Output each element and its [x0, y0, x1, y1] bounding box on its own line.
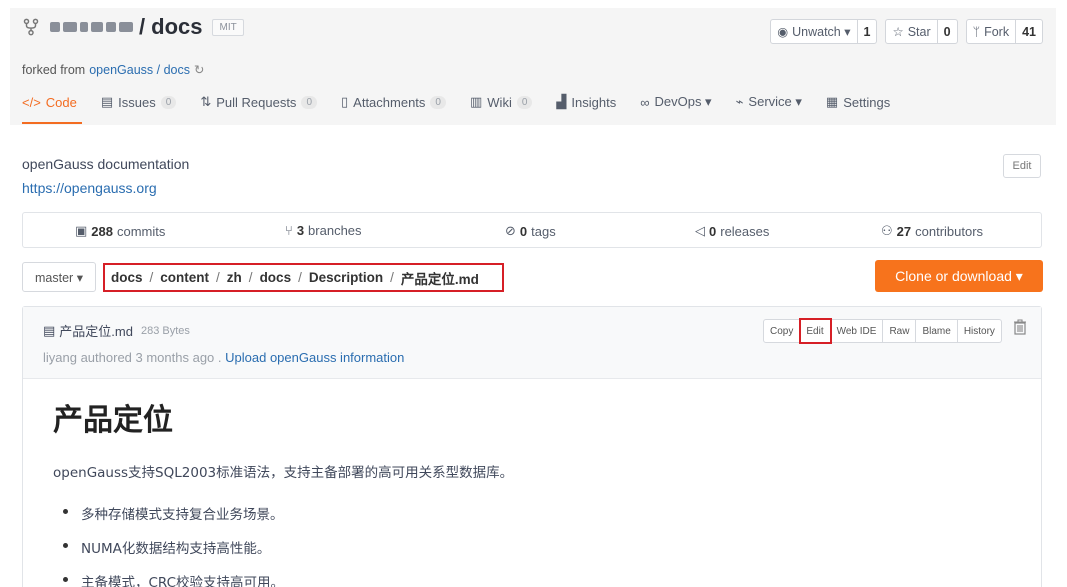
edit-file-button[interactable]: Edit: [799, 318, 832, 344]
content-heading: 产品定位: [53, 403, 173, 438]
content-paragraph: openGauss支持SQL2003标准语法，支持主备部署的高可用关系型数据库。: [53, 465, 514, 481]
content-bullet-list: 多种存储模式支持复合业务场景。 NUMA化数据结构支持高性能。 主备模式，CRC…: [53, 503, 513, 587]
eye-icon: ◉: [777, 25, 789, 39]
file-size: 283 Bytes: [140, 324, 190, 337]
contributors-stat[interactable]: ⚇ 27 contributors: [881, 223, 983, 239]
pulse-icon: ⌁: [735, 94, 744, 109]
contributors-icon: ⚇: [881, 223, 893, 238]
tab-insights[interactable]: ▟ Insights: [556, 94, 616, 110]
list-item: 主备模式，CRC校验支持高可用。: [53, 571, 513, 587]
branch-icon: ⑂: [285, 223, 293, 238]
tab-attachments[interactable]: ▯ Attachments 0: [341, 94, 446, 110]
markdown-content: 产品定位 openGauss支持SQL2003标准语法，支持主备部署的高可用关系…: [53, 395, 513, 587]
star-button[interactable]: ☆ Star 0: [885, 19, 958, 44]
repo-stats-bar: ▣ 288 commits ⑂ 3 branches ⊘ 0 tags ◁ 0 releases…: [22, 212, 1042, 248]
repo-name[interactable]: docs: [151, 14, 202, 40]
copy-button[interactable]: Copy: [763, 319, 801, 343]
infinity-icon: ∞: [640, 94, 650, 110]
repo-nav-tabs: </> Code ▤ Issues 0 ⇅ Pull Requests 0 ▯ Attach…: [22, 94, 914, 110]
tab-devops[interactable]: ∞ DevOps ▾: [640, 94, 711, 110]
commit-message-link[interactable]: Upload openGauss information: [225, 350, 404, 365]
tab-settings[interactable]: ▦ Settings: [826, 94, 890, 110]
repo-actions: ◉ Unwatch ▾ 1 ☆ Star 0 ᛘ Fork 41: [770, 19, 1043, 44]
settings-icon: ▦: [825, 94, 839, 109]
code-icon: </>: [22, 94, 41, 110]
active-tab-indicator: [22, 122, 82, 124]
tab-issues[interactable]: ▤ Issues 0: [100, 94, 177, 110]
tab-pull-requests[interactable]: ⇅ Pull Requests 0: [200, 94, 317, 110]
breadcrumb-item[interactable]: zh: [227, 270, 242, 285]
unwatch-button[interactable]: ◉ Unwatch ▾ 1: [770, 19, 878, 44]
breadcrumb-item[interactable]: docs: [260, 270, 292, 285]
file-toolbar: Copy Edit Web IDE Raw Blame History: [763, 318, 1002, 344]
file-title: ▤ 产品定位.md 283 Bytes: [43, 321, 190, 340]
raw-button[interactable]: Raw: [883, 319, 917, 343]
tags-stat[interactable]: ⊘ 0 tags: [505, 223, 556, 239]
pr-count: 0: [301, 95, 317, 109]
repo-separator: /: [139, 14, 146, 39]
breadcrumb: docs / content / zh / docs / Description / 产品…: [103, 263, 504, 292]
breadcrumb-item[interactable]: Description: [309, 270, 383, 285]
forked-from-link[interactable]: openGauss / docs: [89, 63, 190, 77]
file-panel: ▤ 产品定位.md 283 Bytes liyang authored 3 mo…: [22, 306, 1042, 587]
repo-owner-redacted[interactable]: [50, 22, 133, 32]
edit-description-button[interactable]: Edit: [1003, 154, 1041, 178]
tab-service[interactable]: ⌁ Service ▾: [736, 94, 802, 110]
trash-icon[interactable]: [1013, 319, 1027, 335]
releases-stat[interactable]: ◁ 0 releases: [695, 223, 769, 239]
file-name: 产品定位.md: [59, 324, 133, 339]
issues-count: 0: [160, 95, 177, 109]
commit-icon: ▣: [75, 223, 88, 238]
attachments-count: 0: [430, 95, 446, 109]
list-item: 多种存储模式支持复合业务场景。: [53, 503, 513, 523]
sync-icon[interactable]: ↻: [194, 62, 204, 77]
forked-from: forked from openGauss / docs ↻: [22, 62, 205, 78]
fork-count[interactable]: 41: [1016, 20, 1042, 43]
breadcrumb-current-file: 产品定位.md: [400, 271, 479, 287]
fork-button[interactable]: ᛘ Fork 41: [965, 19, 1043, 44]
commits-stat[interactable]: ▣ 288 commits: [75, 223, 165, 239]
repo-description: openGauss documentation: [22, 156, 190, 172]
pull-request-icon: ⇅: [200, 94, 212, 109]
breadcrumb-item[interactable]: content: [160, 270, 209, 285]
issues-icon: ▤: [100, 94, 114, 109]
release-icon: ◁: [695, 223, 705, 238]
file-header: ▤ 产品定位.md 283 Bytes liyang authored 3 mo…: [23, 307, 1041, 379]
wiki-icon: ▥: [469, 94, 483, 109]
star-count[interactable]: 0: [938, 20, 957, 43]
history-button[interactable]: History: [957, 319, 1002, 343]
branch-selector[interactable]: master ▾: [22, 262, 96, 292]
watch-count[interactable]: 1: [858, 20, 877, 43]
fork-icon: [23, 18, 39, 36]
insights-icon: ▟: [556, 94, 567, 109]
web-ide-button[interactable]: Web IDE: [830, 319, 884, 343]
repo-homepage-link[interactable]: https://opengauss.org: [22, 180, 157, 196]
tab-code[interactable]: </> Code: [22, 95, 77, 110]
license-badge: MIT: [212, 18, 244, 36]
attachment-icon: ▯: [341, 94, 349, 109]
breadcrumb-item[interactable]: docs: [111, 270, 143, 285]
repo-title: / docs MIT: [22, 14, 244, 40]
list-item: NUMA化数据结构支持高性能。: [53, 537, 513, 557]
wiki-count: 0: [516, 95, 533, 109]
last-commit: liyang authored 3 months ago . Upload op…: [43, 350, 405, 365]
tab-wiki[interactable]: ▥ Wiki 0: [469, 94, 533, 110]
tag-icon: ⊘: [505, 223, 516, 238]
file-icon: ▤: [43, 322, 56, 338]
blame-button[interactable]: Blame: [916, 319, 958, 343]
fork-icon: ᛘ: [972, 24, 981, 39]
branches-stat[interactable]: ⑂ 3 branches: [285, 223, 362, 238]
star-icon: ☆: [892, 25, 904, 39]
clone-or-download-button[interactable]: Clone or download ▾: [875, 260, 1043, 292]
